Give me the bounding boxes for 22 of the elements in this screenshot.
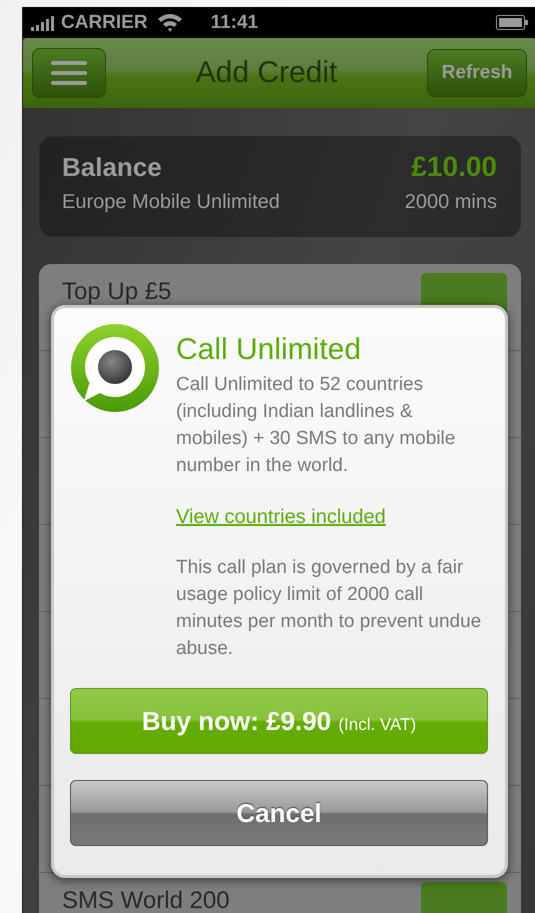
screen-title: Add Credit — [196, 56, 338, 90]
signal-icon — [31, 14, 57, 30]
menu-icon — [51, 60, 87, 86]
buy-now-button[interactable]: Buy now: £9.90 (Incl. VAT) — [70, 688, 488, 754]
battery-icon — [496, 15, 528, 30]
refresh-button[interactable]: Refresh — [427, 49, 527, 97]
countries-link[interactable]: View countries included — [176, 506, 386, 529]
product-name: SMS World 200 — [62, 887, 230, 913]
product-name: Top Up £5 — [62, 278, 172, 306]
menu-button[interactable] — [32, 48, 106, 98]
clock-time: 11:41 — [210, 12, 258, 34]
carrier-name: CARRIER — [61, 12, 148, 34]
wifi-icon — [156, 13, 183, 32]
dialog-title: Call Unlimited — [176, 333, 362, 367]
balance-amount: £10.00 — [411, 151, 497, 183]
usage-policy-text: This call plan is governed by a fair usage policy limit of 2000 call minutes per month to prevent undue abuse. — [176, 556, 482, 661]
plan-minutes: 2000 mins — [404, 191, 497, 214]
plan-name: Europe Mobile Unlimited — [62, 191, 280, 214]
cancel-button[interactable]: Cancel — [70, 780, 488, 846]
plan-description: Call Unlimited to 52 countries (including Indian landlines & mobiles) + 30 SMS to any mobile number in the world. — [176, 373, 456, 478]
speech-bubble-icon — [70, 323, 160, 413]
balance-label: Balance — [62, 152, 162, 183]
